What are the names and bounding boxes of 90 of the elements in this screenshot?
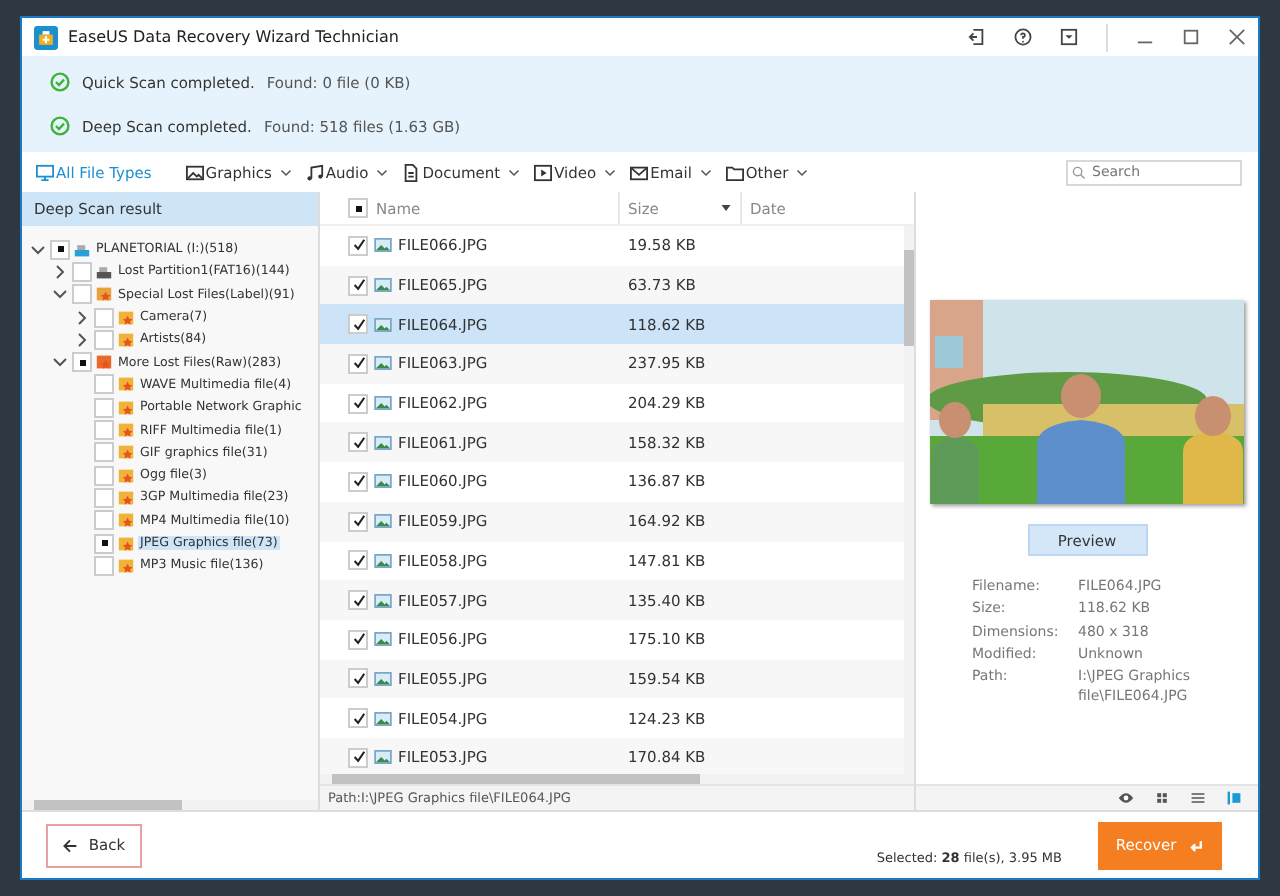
preview-pane-icon[interactable] [1226, 790, 1242, 806]
expander-icon[interactable] [52, 263, 68, 280]
check-circle-icon [50, 72, 70, 92]
checkbox[interactable] [348, 275, 368, 296]
image-file-icon [374, 553, 392, 568]
monitor-icon [36, 163, 54, 181]
sort-arrow-icon [720, 202, 732, 214]
expander-icon[interactable] [74, 331, 90, 348]
document-icon [402, 163, 421, 181]
folder-icon [118, 422, 134, 439]
image-file-icon [374, 671, 392, 686]
folder-icon [118, 489, 134, 506]
close-icon[interactable] [1228, 28, 1246, 46]
image-file-icon [374, 632, 392, 647]
image-file-icon [374, 238, 392, 253]
checkbox[interactable] [72, 284, 92, 305]
folder-icon [118, 444, 134, 461]
expander-icon[interactable] [74, 309, 90, 326]
checkbox[interactable] [94, 329, 114, 350]
checkbox[interactable] [94, 510, 114, 531]
image-file-icon [374, 317, 392, 332]
checkbox[interactable] [50, 239, 70, 260]
drive-icon [96, 263, 112, 280]
folder-icon [118, 535, 134, 551]
folder-icon [96, 354, 112, 371]
folder-icon [725, 163, 744, 181]
help-icon[interactable] [1014, 28, 1032, 46]
image-file-icon [374, 474, 392, 489]
checkbox[interactable] [348, 668, 368, 689]
eye-icon[interactable] [1118, 790, 1134, 806]
checkbox[interactable] [94, 555, 114, 576]
checkbox[interactable] [348, 747, 368, 768]
image-file-icon [374, 356, 392, 371]
music-note-icon [305, 163, 324, 181]
grid-view-icon[interactable] [1154, 790, 1170, 806]
checkbox[interactable] [94, 397, 114, 418]
checkbox[interactable] [348, 353, 368, 374]
checkbox[interactable] [348, 590, 368, 611]
checkbox[interactable] [94, 307, 114, 328]
checkbox[interactable] [94, 465, 114, 486]
window-title: EaseUS Data Recovery Wizard Technician [68, 28, 399, 46]
image-file-icon [374, 435, 392, 450]
image-file-icon [374, 750, 392, 765]
app-logo-icon [34, 25, 58, 49]
export-icon[interactable] [968, 28, 986, 46]
checkbox[interactable] [348, 708, 368, 729]
select-all-checkbox[interactable] [348, 198, 368, 218]
image-file-icon [374, 593, 392, 608]
return-arrow-icon [1188, 837, 1205, 853]
checkbox[interactable] [348, 432, 368, 453]
folder-icon [118, 399, 134, 416]
checkbox[interactable] [94, 442, 114, 463]
checkbox[interactable] [348, 511, 368, 532]
expander-icon[interactable] [30, 241, 46, 258]
folder-icon [118, 309, 134, 326]
drive-icon [74, 241, 90, 258]
checkbox[interactable] [348, 629, 368, 650]
checkbox[interactable] [94, 420, 114, 441]
scrollbar[interactable] [904, 226, 914, 774]
checkbox[interactable] [72, 261, 92, 282]
image-file-icon [374, 514, 392, 529]
folder-icon [118, 557, 134, 574]
image-file-icon [374, 711, 392, 726]
check-circle-icon [50, 116, 70, 136]
checkbox[interactable] [348, 235, 368, 256]
list-view-icon[interactable] [1190, 790, 1206, 806]
checkbox[interactable] [72, 352, 92, 373]
maximize-icon[interactable] [1182, 28, 1200, 46]
expander-icon[interactable] [52, 286, 68, 303]
search-icon [1072, 165, 1086, 179]
dropdown-menu-icon[interactable] [1060, 28, 1078, 46]
checkbox[interactable] [348, 314, 368, 335]
image-file-icon [374, 396, 392, 411]
image-icon [185, 163, 204, 181]
folder-icon [118, 376, 134, 393]
checkbox[interactable] [94, 533, 114, 553]
folder-icon [118, 467, 134, 484]
image-file-icon [374, 278, 392, 293]
folder-icon [118, 331, 134, 348]
folder-icon [96, 286, 112, 303]
checkbox[interactable] [348, 393, 368, 414]
checkbox[interactable] [348, 471, 368, 492]
checkbox[interactable] [94, 374, 114, 395]
checkbox[interactable] [348, 550, 368, 571]
expander-icon[interactable] [52, 354, 68, 371]
arrow-left-icon [62, 837, 79, 853]
folder-icon [118, 512, 134, 529]
checkbox[interactable] [94, 487, 114, 508]
envelope-icon [630, 163, 649, 181]
play-icon [534, 163, 553, 181]
